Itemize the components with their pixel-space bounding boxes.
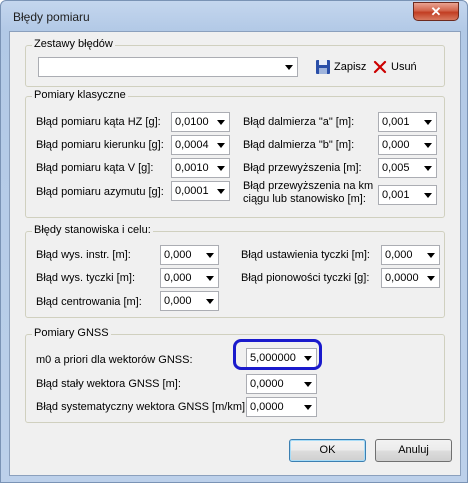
blad-kata-v-select[interactable]: 0,0010: [171, 158, 230, 178]
blad-wys-tyczki-label: Błąd wys. tyczki [m]:: [36, 272, 136, 284]
blad-dalmierza-b-label: Błąd dalmierza "b" [m]:: [243, 139, 355, 151]
chevron-down-icon: [285, 65, 293, 70]
usun-label: Usuń: [391, 61, 417, 73]
blad-wys-instr-label: Błąd wys. instr. [m]:: [36, 249, 131, 261]
blad-centrowania-select[interactable]: 0,000: [160, 291, 219, 311]
blad-dalmierza-b-select[interactable]: 0,000: [378, 135, 437, 155]
chevron-down-icon: [217, 143, 225, 148]
chevron-down-icon: [304, 405, 312, 410]
blad-pionowosci-tyczki-select[interactable]: 0,0000: [381, 268, 440, 288]
chevron-down-icon: [427, 276, 435, 281]
blad-kata-hz-label: Błąd pomiaru kąta HZ [g]:: [36, 116, 161, 128]
stanowiska-legend: Błędy stanowiska i celu:: [32, 224, 153, 236]
close-icon: ✕: [430, 4, 442, 19]
blad-kierunku-select[interactable]: 0,0004: [171, 135, 230, 155]
chevron-down-icon: [424, 120, 432, 125]
pomiary-klasyczne-group: Pomiary klasyczne Błąd pomiaru kąta HZ […: [25, 89, 445, 218]
klasyczne-legend: Pomiary klasyczne: [32, 89, 128, 101]
chevron-down-icon: [206, 299, 214, 304]
blad-przewyzszenia-select[interactable]: 0,005: [378, 158, 437, 178]
ok-button[interactable]: OK: [289, 439, 366, 462]
blad-systematyczny-gnss-label: Błąd systematyczny wektora GNSS [m/km]:: [36, 401, 249, 413]
blad-kata-v-label: Błąd pomiaru kąta V [g]:: [36, 162, 154, 174]
blad-wys-instr-select[interactable]: 0,000: [160, 245, 219, 265]
blad-wys-tyczki-select[interactable]: 0,000: [160, 268, 219, 288]
chevron-down-icon: [217, 166, 225, 171]
blad-dalmierza-a-label: Błąd dalmierza "a" [m]:: [243, 116, 355, 128]
blad-przewyzszenia-km-label-2: ciągu lub stanowisko [m]:: [243, 193, 366, 205]
chevron-down-icon: [206, 253, 214, 258]
blad-azymutu-label: Błąd pomiaru azymutu [g]:: [36, 186, 164, 198]
blad-przewyzszenia-km-label-1: Błąd przewyższenia na km: [243, 180, 374, 192]
usun-button[interactable]: Usuń: [373, 57, 423, 77]
blad-kierunku-label: Błąd pomiaru kierunku [g]:: [36, 139, 164, 151]
blad-staly-gnss-select[interactable]: 0,0000: [246, 374, 317, 394]
delete-x-icon: [373, 60, 387, 74]
m0-apriori-label: m0 a priori dla wektorów GNSS:: [36, 354, 193, 366]
chevron-down-icon: [424, 166, 432, 171]
chevron-down-icon: [424, 193, 432, 198]
chevron-down-icon: [206, 276, 214, 281]
close-button[interactable]: ✕: [413, 2, 459, 21]
chevron-down-icon: [427, 253, 435, 258]
blad-ustawienia-tyczki-select[interactable]: 0,000: [381, 245, 440, 265]
chevron-down-icon: [304, 382, 312, 387]
blad-staly-gnss-label: Błąd stały wektora GNSS [m]:: [36, 378, 181, 390]
zestawy-legend: Zestawy błędów: [32, 38, 115, 50]
zestawy-select[interactable]: [38, 57, 298, 77]
blad-przewyzszenia-km-select[interactable]: 0,001: [378, 185, 437, 205]
chevron-down-icon: [217, 120, 225, 125]
blad-ustawienia-tyczki-label: Błąd ustawienia tyczki [m]:: [241, 249, 370, 261]
chevron-down-icon: [217, 189, 225, 194]
blad-azymutu-select[interactable]: 0,0001: [171, 181, 230, 201]
blad-pionowosci-tyczki-label: Błąd pionowości tyczki [g]:: [241, 272, 370, 284]
highlight-annotation: [233, 339, 322, 370]
dialog-client-area: Zestawy błędów Zapisz Usuń Pomiary klasy…: [9, 31, 461, 476]
blad-kata-hz-select[interactable]: 0,0100: [171, 112, 230, 132]
zapisz-label: Zapisz: [334, 61, 367, 73]
gnss-legend: Pomiary GNSS: [32, 327, 111, 339]
blad-systematyczny-gnss-select[interactable]: 0,0000: [246, 397, 317, 417]
bledy-stanowiska-group: Błędy stanowiska i celu: Błąd wys. instr…: [25, 224, 445, 318]
window-title: Błędy pomiaru: [13, 10, 90, 24]
chevron-down-icon: [424, 143, 432, 148]
blad-dalmierza-a-select[interactable]: 0,001: [378, 112, 437, 132]
blad-centrowania-label: Błąd centrowania [m]:: [36, 296, 142, 308]
blad-przewyzszenia-label: Błąd przewyższenia [m]:: [243, 162, 362, 174]
cancel-button[interactable]: Anuluj: [375, 439, 452, 462]
floppy-disk-icon: [316, 60, 330, 74]
title-bar[interactable]: Błędy pomiaru ✕: [1, 1, 467, 31]
zestawy-bledow-group: Zestawy błędów Zapisz Usuń: [25, 38, 445, 87]
dialog-window: Błędy pomiaru ✕ Zestawy błędów Zapisz Us…: [0, 0, 468, 483]
